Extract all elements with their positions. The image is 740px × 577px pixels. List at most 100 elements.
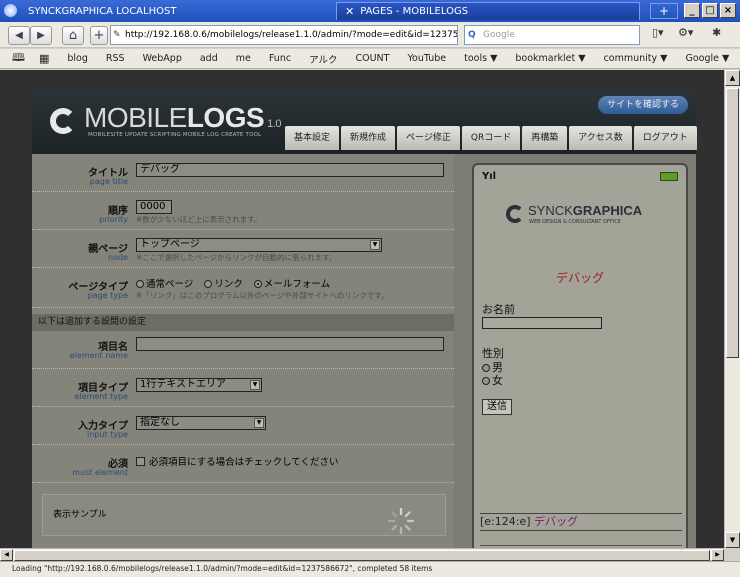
bookmark-add[interactable]: add [200,53,218,64]
node-select-value: トップページ [140,239,200,250]
back-button[interactable]: ◀ [8,26,30,45]
radio-mail-form[interactable]: メールフォーム [253,279,331,290]
radio-link-label: リンク [214,279,243,290]
node-hint: ※ここで選択したページからリンクが自動的に張られます。 [136,253,337,262]
element-name-row: 項目名 element name [32,331,454,369]
must-checkbox-wrap[interactable]: 必須項目にする場合はチェックしてください [136,454,339,468]
must-row: 必須 must element 必須項目にする場合はチェックしてください [32,445,454,483]
scroll-up-icon[interactable]: ▲ [725,70,740,86]
visit-site-button[interactable]: サイトを確認する [598,96,688,114]
navigation-toolbar: ◀ ▶ ⌂ + ✎ http://192.168.0.6/mobilelogs/… [0,22,740,48]
input-type-row: 入力タイプ input type 指定なし ▼ [32,407,454,445]
element-type-select[interactable]: 1行テキストエリア ▼ [136,378,262,392]
maximize-button[interactable]: □ [702,3,718,18]
logo-c-icon [50,108,76,134]
scroll-down-icon[interactable]: ▼ [725,532,740,548]
close-window-button[interactable]: × [720,3,736,18]
horizontal-scroll-thumb[interactable] [14,550,710,561]
scroll-right-icon[interactable]: ▶ [711,549,724,561]
node-row: 親ページ node トップページ ▼ ※ここで選択したページからリンクが自動的に… [32,230,454,268]
add-bookmark-button[interactable]: + [90,26,108,45]
tab-title: SYNCKGRAPHICA LOCALHOST [28,5,177,17]
tab-qr-code[interactable]: QRコード [461,126,521,150]
preview-submit-button[interactable]: 送信 [482,399,512,415]
node-select[interactable]: トップページ ▼ [136,238,382,252]
title-row: タイトル page title デバッグ [32,154,454,192]
home-button[interactable]: ⌂ [62,26,84,45]
element-type-row: 項目タイプ element type 1行テキストエリア ▼ [32,369,454,407]
browser-app-icon[interactable] [4,4,17,17]
chevron-down-icon[interactable]: ▼ [254,418,264,428]
radio-normal-page[interactable]: 通常ページ [136,279,193,290]
bookmark-tools[interactable]: tools ▼ [464,53,497,64]
preview-name-input[interactable] [482,317,602,329]
chevron-down-icon[interactable]: ▼ [370,240,380,250]
preview-title: デバッグ [555,271,604,285]
close-tab-icon[interactable]: ✕ [345,5,354,18]
bookmark-blog[interactable]: blog [67,53,88,64]
input-type-select[interactable]: 指定なし ▼ [136,416,266,430]
bookmark-rss[interactable]: RSS [106,53,125,64]
gear-icon[interactable]: ⚙▾ [678,26,693,39]
title-sublabel: page title [89,177,128,186]
tab-new[interactable]: 新規作成 [341,126,396,150]
page-viewport: MOBILELOGS 1.0 MOBILESITE UPDATE SCRIPTIN… [0,70,724,548]
bookmark-google[interactable]: Google ▼ [685,53,729,64]
logo-bold: LOGS [186,102,265,133]
pencil-icon: ✎ [113,30,121,40]
horizontal-scrollbar[interactable]: ◀ ▶ [0,548,724,561]
radio-selected-icon [253,280,262,288]
vertical-scroll-thumb[interactable] [726,88,739,358]
bookmark-webapp[interactable]: WebApp [143,53,182,64]
radio-link[interactable]: リンク [204,279,243,290]
book-icon[interactable]: 🕮 [12,49,25,68]
tab-basic-settings[interactable]: 基本設定 [285,126,340,150]
tab-logout[interactable]: ログアウト [633,126,697,150]
preview-radio-female[interactable]: 女 [482,372,503,388]
tab-synckgraphica[interactable]: SYNCKGRAPHICA LOCALHOST [20,2,330,20]
battery-icon [660,172,678,181]
page-menu-icon[interactable]: ▯▾ [652,26,664,39]
bookmark-bookmarklet[interactable]: bookmarklet ▼ [515,53,585,64]
minimize-button[interactable]: _ [684,3,700,18]
element-name-input[interactable] [136,337,444,351]
scroll-left-icon[interactable]: ◀ [0,549,13,561]
element-name-sublabel: element name [69,351,128,360]
app-header: MOBILELOGS 1.0 MOBILESITE UPDATE SCRIPTIN… [32,88,697,154]
grid-icon[interactable]: ▦ [39,52,49,65]
scrollbar-corner [724,548,740,561]
preview-footer-link[interactable]: デバッグ [534,515,578,528]
tab-mobilelogs[interactable]: ✕ PAGES - MOBILELOGS [336,2,640,20]
bookmark-me[interactable]: me [236,53,251,64]
preview-footer-key: [e:124:e] [480,515,531,528]
page-type-radio-group: 通常ページ リンク メールフォーム [136,276,330,290]
priority-input[interactable]: 0000 [136,200,172,214]
bookmark-alc[interactable]: アルク [309,52,337,66]
logo-tagline: MOBILESITE UPDATE SCRIPTING MOBILE LOG C… [88,132,262,138]
forward-button[interactable]: ▶ [30,26,52,45]
must-sublabel: must element [72,468,128,477]
bookmark-func[interactable]: Func [269,53,291,64]
bug-icon[interactable]: ✱ [712,26,721,39]
bookmark-community[interactable]: community ▼ [604,53,668,64]
mobilelogs-app: MOBILELOGS 1.0 MOBILESITE UPDATE SCRIPTIN… [32,88,697,548]
title-input[interactable]: デバッグ [136,163,444,177]
loading-spinner-icon [387,507,415,535]
url-field[interactable]: ✎ http://192.168.0.6/mobilelogs/release1… [110,25,458,45]
tab-access-count[interactable]: アクセス数 [569,126,632,150]
tab-rebuild[interactable]: 再構築 [522,126,568,150]
logo-version: 1.0 [267,118,281,130]
url-text: http://192.168.0.6/mobilelogs/release1.1… [125,30,458,40]
bookmark-count[interactable]: COUNT [355,53,389,64]
brand-c-icon [506,205,524,223]
tab-edit-page[interactable]: ページ修正 [397,126,460,150]
search-input[interactable]: Q Google [464,25,640,45]
vertical-scrollbar[interactable]: ▲ ▼ [724,70,740,548]
chevron-down-icon[interactable]: ▼ [250,380,260,390]
brand-bold: GRAPHICA [572,203,643,218]
must-checkbox[interactable] [136,457,145,466]
new-tab-button[interactable]: + [650,3,678,19]
radio-mail-label: メールフォーム [263,279,331,290]
question-section-header: 以下は追加する設問の設定 [32,314,454,331]
bookmark-youtube[interactable]: YouTube [407,53,446,64]
